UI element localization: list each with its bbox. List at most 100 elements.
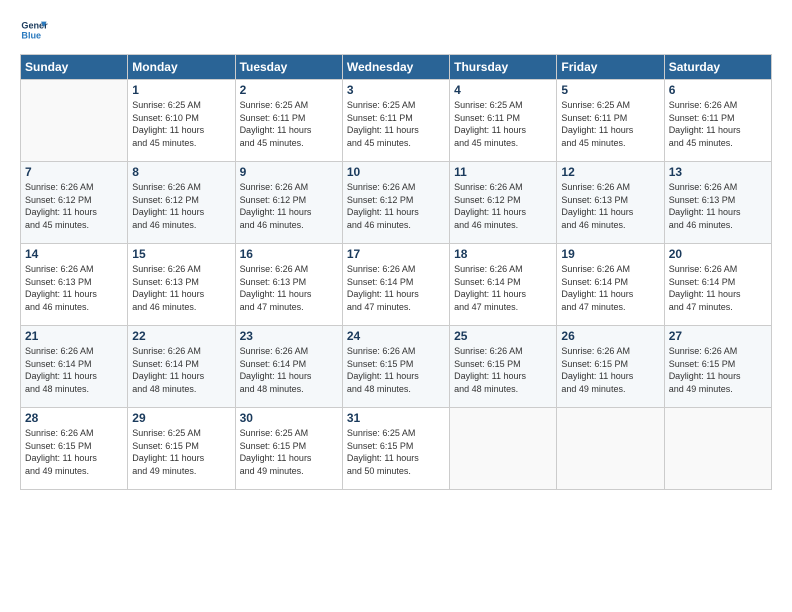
day-number: 28 <box>25 411 123 425</box>
logo: General Blue <box>20 16 48 44</box>
calendar-cell: 27 Sunrise: 6:26 AM Sunset: 6:15 PM Dayli… <box>664 326 771 408</box>
calendar-cell: 19 Sunrise: 6:26 AM Sunset: 6:14 PM Dayli… <box>557 244 664 326</box>
calendar-cell: 9Sunrise: 6:26 AM Sunset: 6:12 PM Daylig… <box>235 162 342 244</box>
calendar-cell <box>557 408 664 490</box>
day-number: 30 <box>240 411 338 425</box>
day-number: 6 <box>669 83 767 97</box>
day-number: 8 <box>132 165 230 179</box>
day-info: Sunrise: 6:25 AM Sunset: 6:15 PM Dayligh… <box>347 427 445 477</box>
day-number: 18 <box>454 247 552 261</box>
calendar-cell: 5 Sunrise: 6:25 AM Sunset: 6:11 PM Daylig… <box>557 80 664 162</box>
logo-icon: General Blue <box>20 16 48 44</box>
calendar-cell: 13 Sunrise: 6:26 AM Sunset: 6:13 PM Dayli… <box>664 162 771 244</box>
day-info: Sunrise: 6:26 AM Sunset: 6:14 PM Dayligh… <box>132 345 230 395</box>
day-number: 19 <box>561 247 659 261</box>
calendar-cell: 25 Sunrise: 6:26 AM Sunset: 6:15 PM Dayli… <box>450 326 557 408</box>
day-info: Sunrise: 6:25 AM Sunset: 6:11 PM Dayligh… <box>454 99 552 149</box>
calendar-cell: 20 Sunrise: 6:26 AM Sunset: 6:14 PM Dayli… <box>664 244 771 326</box>
day-number: 29 <box>132 411 230 425</box>
day-number: 16 <box>240 247 338 261</box>
calendar-cell: 16 Sunrise: 6:26 AM Sunset: 6:13 PM Dayli… <box>235 244 342 326</box>
week-row-3: 14 Sunrise: 6:26 AM Sunset: 6:13 PM Dayli… <box>21 244 772 326</box>
calendar-cell: 10 Sunrise: 6:26 AM Sunset: 6:12 PM Dayli… <box>342 162 449 244</box>
weekday-header-sunday: Sunday <box>21 55 128 80</box>
weekday-header-friday: Friday <box>557 55 664 80</box>
week-row-4: 21 Sunrise: 6:26 AM Sunset: 6:14 PM Dayli… <box>21 326 772 408</box>
day-info: Sunrise: 6:26 AM Sunset: 6:13 PM Dayligh… <box>669 181 767 231</box>
week-row-1: 1 Sunrise: 6:25 AM Sunset: 6:10 PM Daylig… <box>21 80 772 162</box>
day-number: 5 <box>561 83 659 97</box>
day-number: 12 <box>561 165 659 179</box>
day-number: 26 <box>561 329 659 343</box>
day-info: Sunrise: 6:25 AM Sunset: 6:10 PM Dayligh… <box>132 99 230 149</box>
day-info: Sunrise: 6:26 AM Sunset: 6:13 PM Dayligh… <box>561 181 659 231</box>
day-info: Sunrise: 6:26 AM Sunset: 6:13 PM Dayligh… <box>132 263 230 313</box>
weekday-header-row: SundayMondayTuesdayWednesdayThursdayFrid… <box>21 55 772 80</box>
calendar-cell: 31 Sunrise: 6:25 AM Sunset: 6:15 PM Dayli… <box>342 408 449 490</box>
day-info: Sunrise: 6:26 AM Sunset: 6:14 PM Dayligh… <box>561 263 659 313</box>
calendar-cell: 4 Sunrise: 6:25 AM Sunset: 6:11 PM Daylig… <box>450 80 557 162</box>
week-row-2: 7Sunrise: 6:26 AM Sunset: 6:12 PM Daylig… <box>21 162 772 244</box>
day-info: Sunrise: 6:26 AM Sunset: 6:15 PM Dayligh… <box>347 345 445 395</box>
header: General Blue <box>20 16 772 44</box>
weekday-header-monday: Monday <box>128 55 235 80</box>
day-number: 13 <box>669 165 767 179</box>
day-info: Sunrise: 6:25 AM Sunset: 6:11 PM Dayligh… <box>347 99 445 149</box>
calendar-cell: 14 Sunrise: 6:26 AM Sunset: 6:13 PM Dayli… <box>21 244 128 326</box>
day-number: 14 <box>25 247 123 261</box>
day-info: Sunrise: 6:25 AM Sunset: 6:11 PM Dayligh… <box>240 99 338 149</box>
day-number: 22 <box>132 329 230 343</box>
calendar-cell: 17 Sunrise: 6:26 AM Sunset: 6:14 PM Dayli… <box>342 244 449 326</box>
calendar-cell <box>450 408 557 490</box>
week-row-5: 28 Sunrise: 6:26 AM Sunset: 6:15 PM Dayli… <box>21 408 772 490</box>
calendar-cell: 6Sunrise: 6:26 AM Sunset: 6:11 PM Daylig… <box>664 80 771 162</box>
day-info: Sunrise: 6:26 AM Sunset: 6:12 PM Dayligh… <box>132 181 230 231</box>
calendar-cell <box>664 408 771 490</box>
day-info: Sunrise: 6:25 AM Sunset: 6:11 PM Dayligh… <box>561 99 659 149</box>
day-number: 2 <box>240 83 338 97</box>
day-number: 23 <box>240 329 338 343</box>
day-info: Sunrise: 6:26 AM Sunset: 6:15 PM Dayligh… <box>454 345 552 395</box>
day-info: Sunrise: 6:26 AM Sunset: 6:12 PM Dayligh… <box>347 181 445 231</box>
day-info: Sunrise: 6:26 AM Sunset: 6:14 PM Dayligh… <box>240 345 338 395</box>
day-info: Sunrise: 6:26 AM Sunset: 6:14 PM Dayligh… <box>669 263 767 313</box>
calendar-cell: 18Sunrise: 6:26 AM Sunset: 6:14 PM Dayli… <box>450 244 557 326</box>
calendar-cell: 28 Sunrise: 6:26 AM Sunset: 6:15 PM Dayli… <box>21 408 128 490</box>
day-number: 10 <box>347 165 445 179</box>
day-info: Sunrise: 6:26 AM Sunset: 6:12 PM Dayligh… <box>454 181 552 231</box>
calendar-cell: 30 Sunrise: 6:25 AM Sunset: 6:15 PM Dayli… <box>235 408 342 490</box>
calendar-cell: 1 Sunrise: 6:25 AM Sunset: 6:10 PM Daylig… <box>128 80 235 162</box>
calendar-cell <box>21 80 128 162</box>
day-number: 21 <box>25 329 123 343</box>
day-info: Sunrise: 6:26 AM Sunset: 6:14 PM Dayligh… <box>347 263 445 313</box>
weekday-header-saturday: Saturday <box>664 55 771 80</box>
day-number: 1 <box>132 83 230 97</box>
day-number: 4 <box>454 83 552 97</box>
calendar-cell: 26 Sunrise: 6:26 AM Sunset: 6:15 PM Dayli… <box>557 326 664 408</box>
svg-text:Blue: Blue <box>21 30 41 40</box>
day-info: Sunrise: 6:26 AM Sunset: 6:15 PM Dayligh… <box>25 427 123 477</box>
weekday-header-thursday: Thursday <box>450 55 557 80</box>
day-info: Sunrise: 6:26 AM Sunset: 6:12 PM Dayligh… <box>25 181 123 231</box>
day-info: Sunrise: 6:25 AM Sunset: 6:15 PM Dayligh… <box>240 427 338 477</box>
day-number: 25 <box>454 329 552 343</box>
day-number: 27 <box>669 329 767 343</box>
day-number: 3 <box>347 83 445 97</box>
day-info: Sunrise: 6:26 AM Sunset: 6:15 PM Dayligh… <box>561 345 659 395</box>
day-number: 20 <box>669 247 767 261</box>
calendar-cell: 21 Sunrise: 6:26 AM Sunset: 6:14 PM Dayli… <box>21 326 128 408</box>
calendar-cell: 2 Sunrise: 6:25 AM Sunset: 6:11 PM Daylig… <box>235 80 342 162</box>
day-number: 9 <box>240 165 338 179</box>
day-number: 31 <box>347 411 445 425</box>
day-number: 17 <box>347 247 445 261</box>
day-info: Sunrise: 6:26 AM Sunset: 6:14 PM Dayligh… <box>25 345 123 395</box>
calendar-cell: 11 Sunrise: 6:26 AM Sunset: 6:12 PM Dayli… <box>450 162 557 244</box>
weekday-header-tuesday: Tuesday <box>235 55 342 80</box>
calendar-table: SundayMondayTuesdayWednesdayThursdayFrid… <box>20 54 772 490</box>
calendar-cell: 29Sunrise: 6:25 AM Sunset: 6:15 PM Dayli… <box>128 408 235 490</box>
calendar-cell: 8 Sunrise: 6:26 AM Sunset: 6:12 PM Daylig… <box>128 162 235 244</box>
day-info: Sunrise: 6:26 AM Sunset: 6:13 PM Dayligh… <box>25 263 123 313</box>
day-info: Sunrise: 6:26 AM Sunset: 6:13 PM Dayligh… <box>240 263 338 313</box>
day-number: 11 <box>454 165 552 179</box>
day-info: Sunrise: 6:26 AM Sunset: 6:15 PM Dayligh… <box>669 345 767 395</box>
